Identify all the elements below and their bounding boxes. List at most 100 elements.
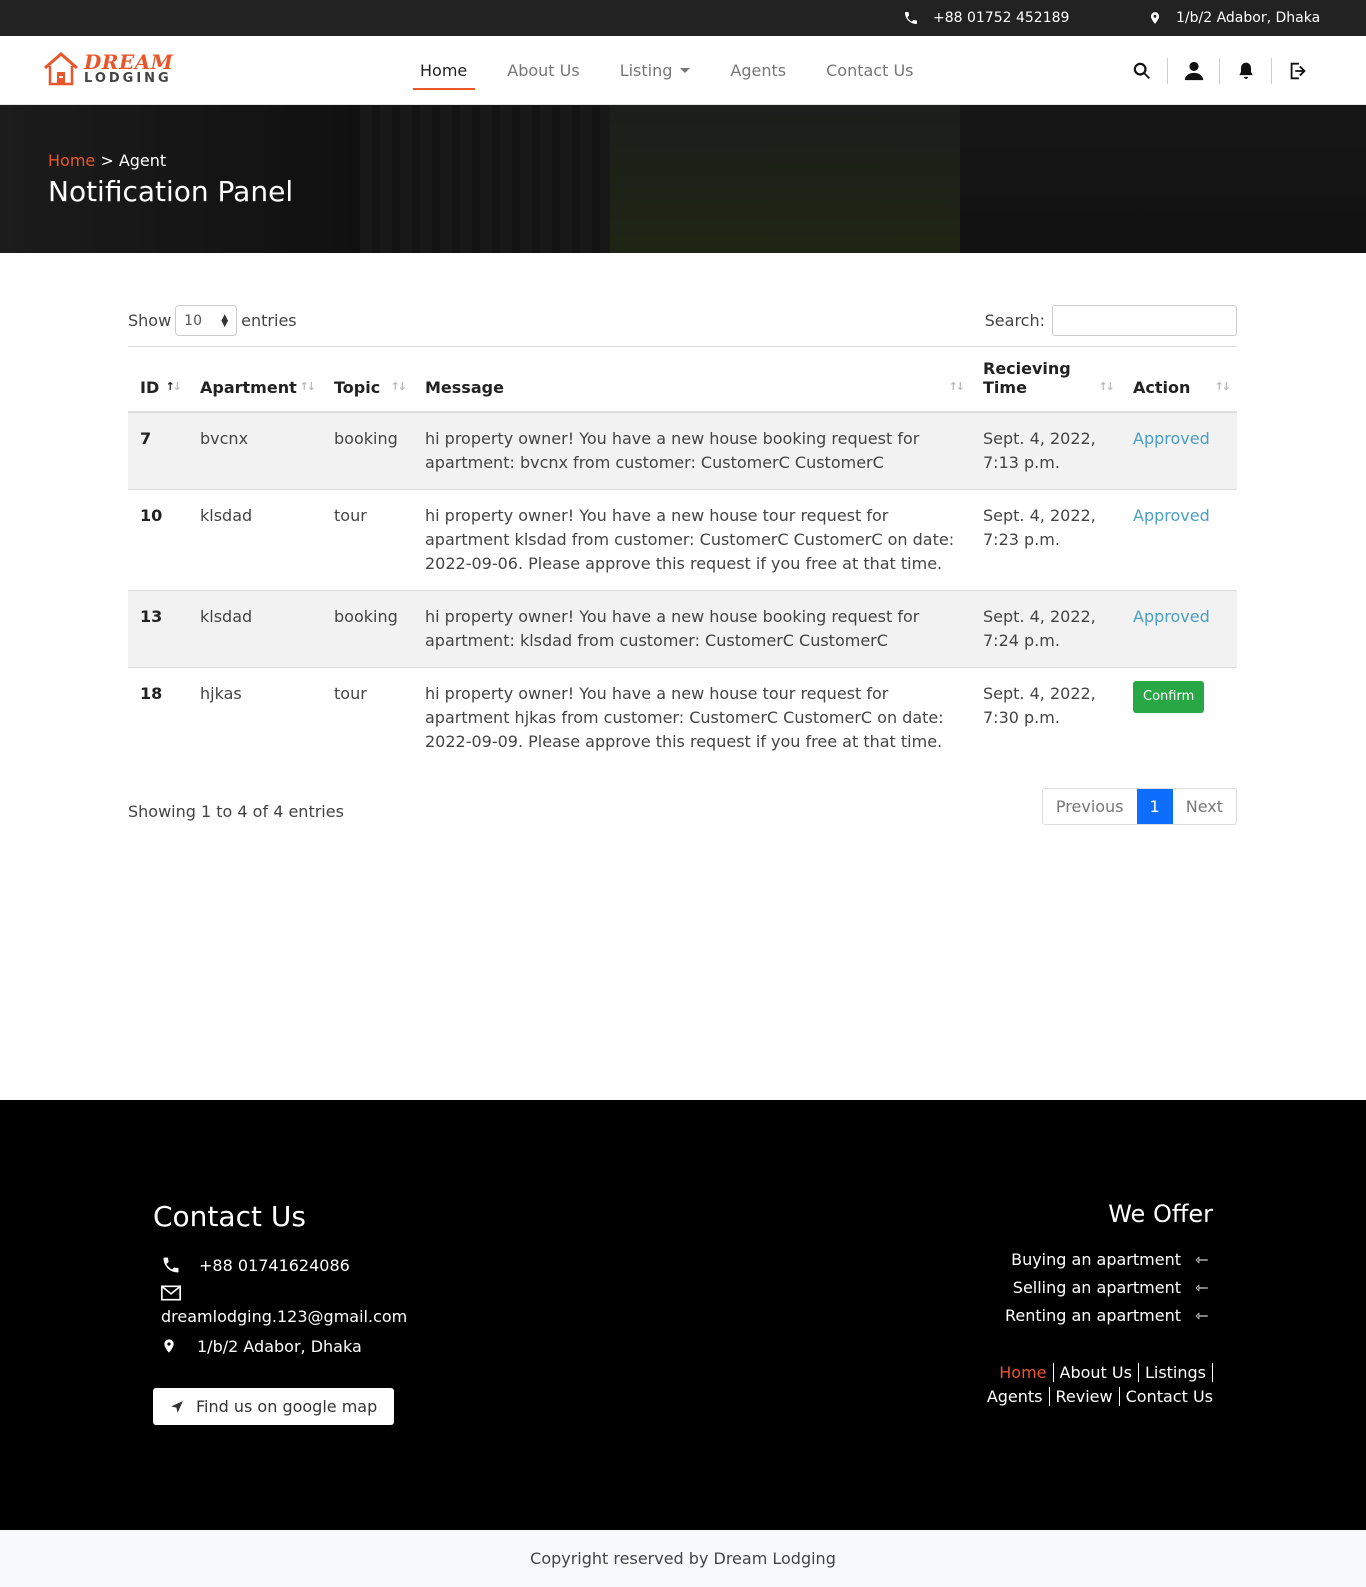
sort-icon: ↑↓	[299, 380, 317, 393]
search-button[interactable]	[1116, 57, 1168, 84]
nav-listing-dropdown[interactable]: Listing	[600, 36, 711, 105]
pagination-page-1[interactable]: 1	[1136, 789, 1173, 824]
user-icon	[1184, 61, 1203, 80]
breadcrumb-separator: >	[95, 151, 119, 170]
cell-action: Approved	[1121, 590, 1237, 668]
cell-time: Sept. 4, 2022, 7:13 p.m.	[971, 411, 1121, 490]
show-label: Show	[128, 311, 172, 330]
column-header-action[interactable]: Action ↑↓	[1121, 346, 1237, 413]
nav-contact[interactable]: Contact Us	[806, 36, 933, 105]
status-approved: Approved	[1133, 607, 1210, 626]
page-size-value: 10	[184, 312, 202, 329]
cell-apartment: klsdad	[188, 489, 322, 591]
location-pin-icon	[1150, 12, 1160, 24]
search-icon	[1133, 62, 1150, 79]
location-arrow-icon	[171, 1400, 183, 1413]
footer-email-icon-wrap	[161, 1285, 407, 1305]
offer-label: Renting an apartment	[1005, 1306, 1181, 1325]
page-hero: Home > Agent Notification Panel	[0, 105, 1366, 253]
pagination: Previous 1 Next	[1041, 788, 1237, 825]
cell-topic: booking	[322, 590, 413, 668]
entries-label: entries	[241, 311, 297, 330]
offer-item-selling[interactable]: Selling an apartment ⇽	[913, 1278, 1213, 1297]
page-title: Notification Panel	[48, 175, 294, 208]
page-size-control: Show 10 ▲ ▼ entries	[128, 305, 297, 336]
location-pin-icon	[164, 1339, 174, 1353]
column-header-message[interactable]: Message ↑↓	[413, 346, 971, 413]
site-footer: Contact Us +88 01741624086 dreamlodging.…	[0, 1100, 1366, 1530]
pagination-previous[interactable]: Previous	[1043, 789, 1137, 824]
arrow-left-icon: ⇽	[1195, 1278, 1209, 1297]
nav-about[interactable]: About Us	[487, 36, 599, 105]
house-logo-icon	[44, 52, 78, 86]
nav-agents[interactable]: Agents	[710, 36, 806, 105]
breadcrumb-home-link[interactable]: Home	[48, 151, 95, 170]
column-header-label: Apartment	[200, 378, 297, 397]
column-header-topic[interactable]: Topic ↑↓	[322, 346, 413, 413]
column-header-apartment[interactable]: Apartment ↑↓	[188, 346, 322, 413]
phone-icon	[163, 1257, 179, 1273]
column-header-label: ID	[140, 378, 160, 397]
confirm-button[interactable]: Confirm	[1133, 681, 1205, 713]
cell-time: Sept. 4, 2022, 7:23 p.m.	[971, 489, 1121, 591]
table-footer: Showing 1 to 4 of 4 entries Previous 1 N…	[128, 784, 1237, 844]
page-size-select[interactable]: 10 ▲ ▼	[175, 305, 238, 336]
cell-apartment: bvcnx	[188, 411, 322, 490]
main-nav: Home About Us Listing Agents Contact Us	[400, 36, 934, 105]
footer-link-contact[interactable]: Contact Us	[1120, 1387, 1213, 1406]
status-approved: Approved	[1133, 429, 1210, 448]
profile-button[interactable]	[1168, 57, 1220, 84]
table-row: 13 klsdad booking hi property owner! You…	[128, 590, 1237, 668]
offer-label: Selling an apartment	[1012, 1278, 1181, 1297]
breadcrumb-current: Agent	[118, 151, 167, 170]
column-header-label: Action	[1133, 378, 1191, 397]
sort-icon: ↑↓	[948, 380, 966, 393]
cell-id: 10	[128, 489, 188, 591]
footer-address-text: 1/b/2 Adabor, Dhaka	[197, 1336, 362, 1356]
brand-logo[interactable]: DREAM LODGING	[42, 50, 173, 88]
navbar: DREAM LODGING Home About Us Listing Agen…	[0, 36, 1366, 105]
footer-link-about[interactable]: About Us	[1053, 1363, 1139, 1382]
offer-item-renting[interactable]: Renting an apartment ⇽	[913, 1306, 1213, 1325]
table-info: Showing 1 to 4 of 4 entries	[128, 802, 344, 821]
footer-contact-title: Contact Us	[153, 1200, 306, 1233]
copyright-text: Copyright reserved by Dream Lodging	[530, 1549, 836, 1568]
footer-link-review[interactable]: Review	[1049, 1387, 1120, 1406]
footer-link-agents[interactable]: Agents	[980, 1387, 1050, 1406]
cell-topic: tour	[322, 667, 413, 768]
footer-links: Home About Us Listings Agents Review Contact…	[913, 1361, 1213, 1409]
nav-home[interactable]: Home	[400, 36, 487, 105]
topbar-phone-text: +88 01752 452189	[933, 10, 1070, 26]
topbar-address: 1/b/2 Adabor, Dhaka	[1148, 0, 1320, 36]
notification-table: ID ↑↓ Apartment ↑↓ Topic ↑↓ Message ↑↓ Recie…	[128, 346, 1237, 768]
cell-action: Approved	[1121, 411, 1237, 490]
footer-address: 1/b/2 Adabor, Dhaka	[161, 1336, 407, 1356]
sort-icon: ↑↓	[1098, 380, 1116, 393]
table-header-row: ID ↑↓ Apartment ↑↓ Topic ↑↓ Message ↑↓ Recie…	[128, 346, 1237, 413]
pagination-next[interactable]: Next	[1173, 789, 1236, 824]
chevron-down-icon	[680, 68, 691, 73]
column-header-receiving-time[interactable]: Recieving Time ↑↓	[971, 346, 1121, 413]
footer-offers: We Offer Buying an apartment ⇽ Selling a…	[913, 1200, 1213, 1409]
cell-time: Sept. 4, 2022, 7:24 p.m.	[971, 590, 1121, 668]
sort-ascending-icon: ↑↓	[165, 380, 183, 393]
logout-button[interactable]	[1272, 58, 1324, 84]
cell-action: Confirm	[1121, 667, 1237, 768]
search-label: Search:	[984, 311, 1045, 330]
cell-apartment: klsdad	[188, 590, 322, 668]
nav-icon-group	[1116, 36, 1324, 105]
cell-topic: tour	[322, 489, 413, 591]
footer-links-row-2: Agents Review Contact Us	[913, 1385, 1213, 1409]
google-map-button-label: Find us on google map	[196, 1397, 378, 1416]
google-map-button[interactable]: Find us on google map	[153, 1388, 395, 1425]
status-approved: Approved	[1133, 506, 1210, 525]
footer-offer-title: We Offer	[1108, 1200, 1213, 1228]
footer-link-home[interactable]: Home	[993, 1363, 1054, 1382]
search-input[interactable]	[1052, 305, 1237, 336]
notifications-button[interactable]	[1220, 57, 1272, 84]
footer-link-listings[interactable]: Listings	[1138, 1363, 1213, 1382]
offer-item-buying[interactable]: Buying an apartment ⇽	[913, 1250, 1213, 1269]
column-header-label: Recieving Time	[983, 359, 1071, 397]
footer-email[interactable]: dreamlodging.123@gmail.com	[161, 1307, 407, 1326]
column-header-id[interactable]: ID ↑↓	[128, 346, 188, 413]
